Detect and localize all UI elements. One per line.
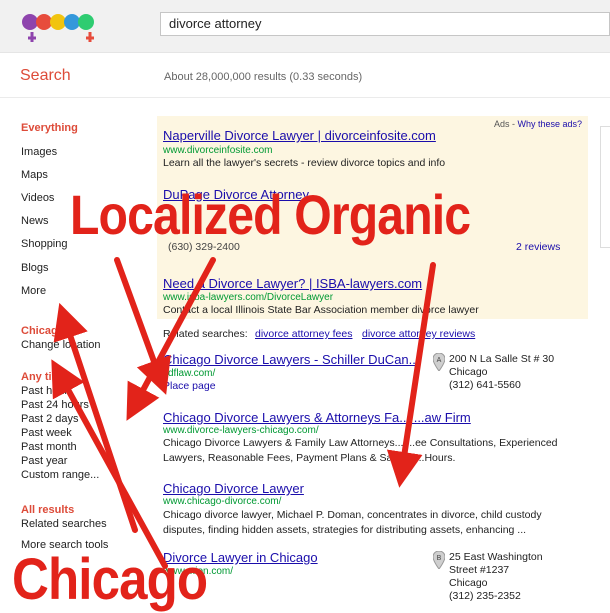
result-stats: About 28,000,000 results (0.33 seconds) <box>164 71 363 83</box>
ad-snippet-1: Learn all the lawyer's secrets - review … <box>163 157 446 169</box>
right-panel-edge <box>600 126 610 248</box>
logo-icon[interactable] <box>20 6 98 46</box>
map-pin-a-icon[interactable]: A <box>433 353 445 371</box>
place-page-link[interactable]: Place page <box>163 379 216 394</box>
result-url-3: www.chicago-divorce.com/ <box>163 496 282 507</box>
result-address-4: 25 East Washington Street #1237 Chicago … <box>449 551 543 602</box>
ad-url-1: www.divorceinfosite.com <box>163 145 273 156</box>
why-these-ads-link[interactable]: Why these ads? <box>517 119 582 129</box>
ad-reviews-2[interactable]: 2 reviews <box>516 240 560 255</box>
nav-news[interactable]: News <box>21 215 49 227</box>
results-filter-header[interactable]: All results <box>21 504 74 516</box>
nav-maps[interactable]: Maps <box>21 169 48 181</box>
result-title-3[interactable]: Chicago Divorce Lawyer <box>163 481 304 496</box>
ad-url-3: www.isba-lawyers.com/DivorceLawyer <box>163 292 334 303</box>
nav-everything[interactable]: Everything <box>21 122 78 134</box>
time-past-week[interactable]: Past week <box>21 427 72 439</box>
time-past-month[interactable]: Past month <box>21 441 77 453</box>
ads-label: Ads - Why these ads? <box>493 119 582 129</box>
nav-images[interactable]: Images <box>21 146 57 158</box>
related-link-fees[interactable]: divorce attorney fees <box>255 327 352 342</box>
time-past-24-hours[interactable]: Past 24 hours <box>21 399 89 411</box>
arrow-to-location <box>53 302 138 533</box>
results-header: Search About 28,000,000 results (0.33 se… <box>0 53 610 98</box>
nav-blogs[interactable]: Blogs <box>21 262 49 274</box>
result-url-1: sdflaw.com/ <box>163 368 216 379</box>
time-past-2-days[interactable]: Past 2 days <box>21 413 78 425</box>
change-location-link[interactable]: Change location <box>21 339 101 351</box>
result-title-1[interactable]: Chicago Divorce Lawyers - Schiller DuCan… <box>163 352 419 367</box>
nav-more[interactable]: More <box>21 285 46 297</box>
nav-shopping[interactable]: Shopping <box>21 238 68 250</box>
result-address-1: 200 N La Salle St # 30 Chicago (312) 641… <box>449 353 555 391</box>
related-searches-link[interactable]: Related searches <box>21 518 107 530</box>
overlay-chicago: Chicago <box>12 547 208 612</box>
overlay-localized-organic: Localized Organic <box>70 183 471 246</box>
search-input[interactable]: divorce attorney <box>160 12 610 36</box>
result-title-2[interactable]: Chicago Divorce Lawyers & Attorneys Fa..… <box>163 410 471 425</box>
time-custom-range[interactable]: Custom range... <box>21 469 99 481</box>
svg-text:B: B <box>437 555 442 562</box>
result-url-2: www.divorce-lawyers-chicago.com/ <box>163 425 319 436</box>
arrow-to-result-1 <box>114 257 171 395</box>
time-past-year[interactable]: Past year <box>21 455 67 467</box>
location-name: Chicago, IL <box>21 325 81 337</box>
svg-text:A: A <box>437 357 442 364</box>
time-filter-header[interactable]: Any time <box>21 371 67 383</box>
time-past-hour[interactable]: Past hour <box>21 385 68 397</box>
ad-title-1[interactable]: Naperville Divorce Lawyer | divorceinfos… <box>163 128 436 143</box>
map-pin-b-icon[interactable]: B <box>433 551 445 569</box>
ad-snippet-3: Contact a local Illinois State Bar Assoc… <box>163 304 479 316</box>
result-snippet-2: Chicago Divorce Lawyers & Family Law Att… <box>163 437 558 464</box>
related-link-reviews[interactable]: divorce attorney reviews <box>362 327 475 342</box>
result-snippet-3: Chicago divorce lawyer, Michael P. Doman… <box>163 509 542 536</box>
top-bar: divorce attorney <box>0 0 610 53</box>
ad-title-3[interactable]: Need a Divorce Lawyer? | ISBA-lawyers.co… <box>163 276 422 291</box>
related-searches-label: Related searches: <box>163 328 248 340</box>
nav-videos[interactable]: Videos <box>21 192 54 204</box>
search-title: Search <box>20 67 71 84</box>
